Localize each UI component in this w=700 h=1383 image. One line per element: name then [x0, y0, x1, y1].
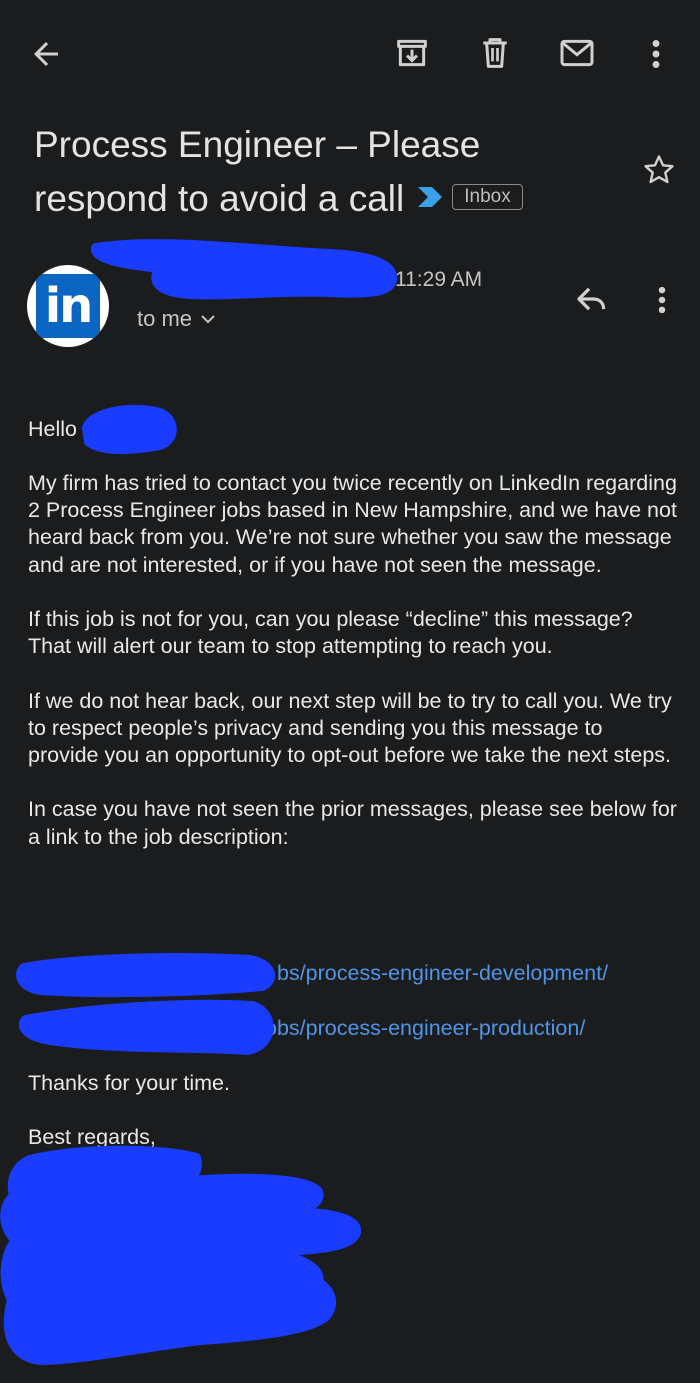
more-vert-icon[interactable]	[643, 36, 669, 72]
message-more-icon[interactable]	[652, 283, 672, 322]
mark-unread-icon[interactable]	[556, 33, 598, 73]
email-subject-row: Process Engineer – Please respond to avo…	[34, 118, 594, 228]
body-paragraph: If we do not hear back, our next step wi…	[28, 688, 678, 770]
redaction-greeting	[86, 409, 173, 450]
archive-icon[interactable]	[392, 33, 432, 73]
sender-name[interactable]	[137, 268, 387, 294]
reply-icon[interactable]	[574, 283, 610, 320]
body-paragraph: If this job is not for you, can you plea…	[28, 606, 678, 660]
importance-marker-icon[interactable]	[416, 170, 446, 224]
body-paragraph: My firm has tried to contact you twice r…	[28, 470, 678, 579]
email-body: My firm has tried to contact you twice r…	[28, 470, 678, 878]
linkedin-logo-icon: in	[36, 274, 100, 338]
inbox-label-chip[interactable]: Inbox	[452, 184, 522, 210]
chevron-down-icon	[200, 305, 216, 331]
redaction-signature	[5, 1151, 356, 1360]
sender-avatar[interactable]: in	[27, 265, 109, 347]
job-link-production[interactable]: obs/process-engineer-production/	[20, 1015, 585, 1042]
job-link-text[interactable]: bs/process-engineer-development/	[277, 961, 608, 985]
back-arrow-icon[interactable]	[28, 36, 64, 72]
email-time: 11:29 AM	[395, 268, 482, 292]
email-subject: Process Engineer – Please respond to avo…	[34, 124, 480, 219]
job-link-development[interactable]: bs/process-engineer-development/	[20, 960, 608, 987]
delete-icon[interactable]	[475, 33, 515, 73]
signoff-line: Best regards,	[28, 1124, 156, 1151]
body-paragraph: In case you have not seen the prior mess…	[28, 796, 678, 850]
recipient-label: to me	[137, 306, 192, 331]
job-link-text[interactable]: obs/process-engineer-production/	[265, 1016, 585, 1040]
greeting: Hello	[28, 416, 77, 443]
top-toolbar	[0, 0, 700, 110]
star-icon[interactable]	[641, 152, 677, 193]
thanks-line: Thanks for your time.	[28, 1070, 230, 1097]
recipient-toggle[interactable]: to me	[137, 306, 216, 333]
